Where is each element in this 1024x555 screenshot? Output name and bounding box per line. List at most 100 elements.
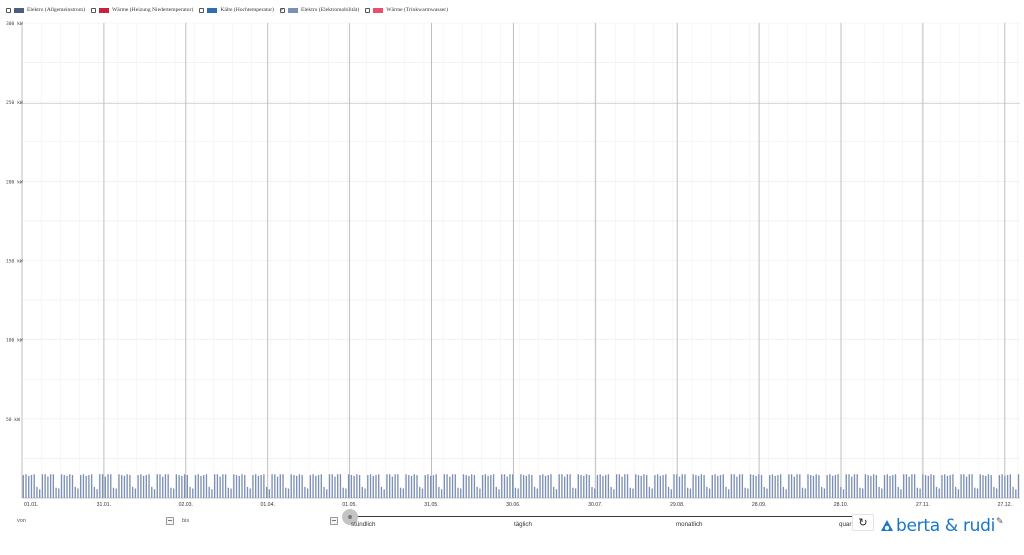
bar — [462, 474, 465, 498]
bar — [632, 488, 634, 498]
bar — [990, 475, 992, 498]
bar — [110, 474, 112, 498]
bar — [818, 475, 820, 498]
bar — [561, 474, 563, 498]
bar — [137, 475, 139, 498]
bar — [347, 474, 350, 498]
resolution-quarterly[interactable]: quar — [839, 521, 851, 528]
bar — [749, 474, 752, 498]
bar — [386, 474, 388, 498]
bar — [678, 476, 681, 498]
bar — [903, 474, 905, 498]
resolution-monthly[interactable]: monatlich — [676, 521, 702, 528]
bar — [451, 474, 454, 498]
bar — [249, 488, 251, 498]
bar — [421, 488, 424, 498]
bar — [309, 475, 312, 498]
bar — [383, 489, 385, 498]
bar — [328, 474, 331, 498]
bar — [528, 474, 530, 498]
bar — [801, 487, 804, 498]
bar — [77, 488, 79, 498]
bar — [533, 486, 536, 498]
bar — [957, 489, 960, 498]
bar — [905, 474, 908, 498]
bar — [706, 486, 708, 498]
bar — [399, 487, 402, 498]
bar — [424, 475, 426, 498]
bar — [296, 475, 298, 498]
bar — [826, 475, 828, 498]
bar — [681, 474, 683, 498]
bar — [189, 486, 191, 498]
bar — [465, 475, 467, 498]
bar — [230, 488, 232, 498]
bar — [667, 486, 670, 498]
y-tick-label: 200 kW — [6, 179, 23, 185]
bar — [506, 476, 508, 498]
bar — [514, 487, 517, 498]
reset-button[interactable]: ↻ — [852, 514, 874, 531]
bar — [941, 475, 943, 498]
bar — [766, 488, 768, 498]
bar — [265, 486, 268, 498]
bar — [454, 474, 456, 498]
bar — [481, 475, 484, 498]
bar — [566, 474, 569, 498]
bar — [205, 474, 208, 498]
bar — [730, 474, 733, 498]
bar — [790, 474, 793, 498]
bar — [708, 488, 711, 498]
bar — [859, 487, 861, 498]
bar — [998, 475, 1001, 498]
bar — [123, 475, 126, 498]
bar — [427, 474, 429, 498]
resolution-slider-track[interactable] — [350, 516, 855, 517]
bar — [913, 474, 916, 498]
bar — [878, 486, 880, 498]
y-tick-label: 100 kW — [6, 338, 23, 344]
bar — [659, 475, 662, 498]
bar — [738, 474, 741, 498]
bar — [378, 474, 380, 498]
bar — [241, 474, 243, 498]
bar — [25, 474, 27, 498]
bar — [107, 474, 109, 498]
bar — [892, 475, 894, 498]
bar — [200, 475, 202, 498]
bar — [290, 474, 292, 498]
bar — [432, 475, 435, 498]
from-date-picker-button[interactable] — [166, 517, 174, 525]
bar — [342, 487, 344, 498]
bar — [22, 475, 24, 498]
bar — [63, 475, 65, 498]
bar — [140, 474, 142, 498]
bar — [692, 474, 694, 498]
bar — [148, 474, 150, 498]
to-date-picker-button[interactable] — [330, 517, 338, 525]
bar — [883, 475, 886, 498]
bar — [1004, 475, 1006, 498]
bar — [93, 486, 96, 498]
resolution-hourly[interactable]: stündlich — [351, 521, 375, 528]
bar — [555, 489, 558, 498]
bar — [610, 486, 612, 498]
bar — [930, 474, 932, 498]
bar — [886, 474, 888, 498]
bar — [211, 489, 213, 498]
bar — [356, 474, 358, 498]
bar — [788, 474, 790, 498]
bar — [985, 475, 987, 498]
bar — [853, 474, 856, 498]
bar — [476, 486, 478, 498]
resolution-daily[interactable]: täglich — [514, 521, 532, 528]
bar — [487, 475, 489, 498]
bar — [919, 488, 921, 498]
pin-icon[interactable]: ✎ — [996, 517, 1004, 527]
bar — [388, 474, 391, 498]
bar — [71, 475, 74, 498]
bar — [446, 474, 448, 498]
from-label: von — [17, 518, 27, 524]
bar — [594, 488, 596, 498]
bar — [744, 487, 746, 498]
